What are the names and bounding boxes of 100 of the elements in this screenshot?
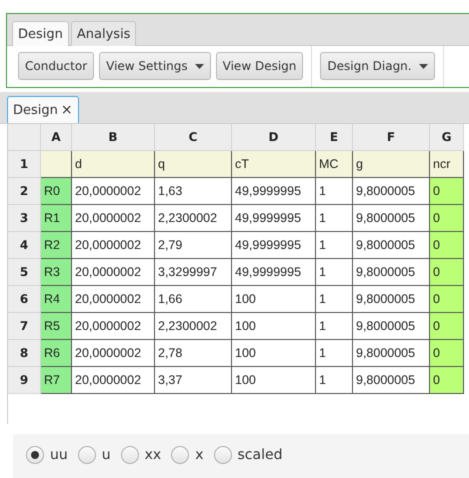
- table-cell[interactable]: 1: [316, 205, 353, 232]
- ribbon-tab[interactable]: Design: [12, 21, 69, 46]
- column-header[interactable]: F: [353, 124, 430, 151]
- table-cell[interactable]: 0: [430, 205, 464, 232]
- table-cell[interactable]: 2,78: [155, 340, 232, 367]
- radio-button[interactable]: [120, 446, 139, 464]
- table-cell[interactable]: 9,8000005: [353, 178, 430, 205]
- radio-button[interactable]: [78, 446, 96, 464]
- table-cell[interactable]: d: [72, 151, 155, 178]
- radio-label[interactable]: scaled: [238, 447, 282, 463]
- row-header[interactable]: 2: [8, 178, 41, 205]
- table-cell[interactable]: q: [155, 151, 232, 178]
- table-cell[interactable]: 0: [430, 367, 464, 394]
- table-cell[interactable]: R0: [41, 178, 72, 205]
- table-cell[interactable]: 49,9999995: [232, 205, 316, 232]
- table-cell[interactable]: 49,9999995: [232, 178, 316, 205]
- radio-label[interactable]: xx: [144, 447, 162, 463]
- table-cell[interactable]: 0: [430, 313, 464, 340]
- table-cell[interactable]: 0: [430, 286, 464, 313]
- table-cell[interactable]: R1: [41, 205, 72, 232]
- caret-icon: [418, 64, 428, 68]
- row-header[interactable]: 7: [8, 313, 41, 340]
- row-header[interactable]: 8: [8, 340, 41, 367]
- column-header[interactable]: G: [430, 124, 464, 151]
- table-cell[interactable]: 9,8000005: [353, 313, 430, 340]
- table-cell[interactable]: 20,0000002: [72, 313, 155, 340]
- table-cell[interactable]: 100: [232, 313, 316, 340]
- table-cell[interactable]: MC: [316, 151, 353, 178]
- table-cell[interactable]: R3: [41, 259, 72, 286]
- row-header[interactable]: 6: [8, 286, 41, 313]
- table-cell[interactable]: 3,37: [155, 367, 232, 394]
- table-cell[interactable]: [41, 151, 72, 178]
- table-cell[interactable]: R5: [41, 313, 72, 340]
- ribbon-tab[interactable]: Analysis: [70, 21, 136, 46]
- table-cell[interactable]: 20,0000002: [72, 340, 155, 367]
- radio-button[interactable]: [171, 446, 190, 464]
- column-header[interactable]: C: [155, 124, 232, 151]
- table-cell[interactable]: R7: [41, 367, 72, 394]
- caret-icon: [194, 64, 204, 68]
- table-cell[interactable]: 20,0000002: [72, 232, 155, 259]
- table-cell[interactable]: g: [353, 151, 430, 178]
- table-cell[interactable]: 20,0000002: [72, 259, 155, 286]
- radio-button[interactable]: [26, 446, 44, 464]
- toolbar-button[interactable]: Conductor: [18, 52, 94, 80]
- table-cell[interactable]: cT: [232, 151, 316, 178]
- column-header[interactable]: E: [316, 124, 353, 151]
- table-cell[interactable]: ncr: [430, 151, 464, 178]
- tab-label: Design: [13, 102, 58, 118]
- table-cell[interactable]: 9,8000005: [353, 286, 430, 313]
- table-cell[interactable]: 20,0000002: [72, 367, 155, 394]
- radio-button[interactable]: [214, 446, 232, 464]
- column-header[interactable]: B: [72, 124, 155, 151]
- table-cell[interactable]: 2,2300002: [155, 313, 232, 340]
- close-icon[interactable]: ×: [60, 102, 73, 118]
- dropdown-button[interactable]: Design Diagn.: [320, 52, 435, 80]
- column-header[interactable]: A: [41, 124, 72, 151]
- table-cell[interactable]: 0: [430, 340, 464, 367]
- table-cell[interactable]: 1: [316, 313, 353, 340]
- table-cell[interactable]: 100: [232, 340, 316, 367]
- table-cell[interactable]: 9,8000005: [353, 232, 430, 259]
- row-header[interactable]: 9: [8, 367, 41, 394]
- dropdown-button[interactable]: View Settings: [99, 52, 211, 80]
- table-cell[interactable]: 9,8000005: [353, 340, 430, 367]
- table-cell[interactable]: R2: [41, 232, 72, 259]
- document-tab[interactable]: Design ×: [7, 96, 79, 123]
- table-cell[interactable]: 49,9999995: [232, 259, 316, 286]
- radio-label[interactable]: u: [102, 447, 111, 463]
- table-cell[interactable]: 1: [316, 259, 353, 286]
- radio-label[interactable]: uu: [50, 447, 68, 463]
- table-cell[interactable]: 9,8000005: [353, 367, 430, 394]
- table-cell[interactable]: 20,0000002: [72, 286, 155, 313]
- toolbar-button[interactable]: View Design: [216, 52, 304, 80]
- column-header[interactable]: D: [232, 124, 316, 151]
- row-header[interactable]: 1: [8, 151, 41, 178]
- row-header[interactable]: 5: [8, 259, 41, 286]
- table-cell[interactable]: 1: [316, 232, 353, 259]
- table-cell[interactable]: 1: [316, 367, 353, 394]
- table-cell[interactable]: 20,0000002: [72, 205, 155, 232]
- table-cell[interactable]: 49,9999995: [232, 232, 316, 259]
- table-cell[interactable]: 1,63: [155, 178, 232, 205]
- table-cell[interactable]: 1: [316, 286, 353, 313]
- table-cell[interactable]: 100: [232, 286, 316, 313]
- table-cell[interactable]: 3,3299997: [155, 259, 232, 286]
- table-cell[interactable]: 1,66: [155, 286, 232, 313]
- table-cell[interactable]: 100: [232, 367, 316, 394]
- table-cell[interactable]: 0: [430, 232, 464, 259]
- table-cell[interactable]: 2,2300002: [155, 205, 232, 232]
- table-cell[interactable]: 9,8000005: [353, 259, 430, 286]
- table-cell[interactable]: R4: [41, 286, 72, 313]
- table-cell[interactable]: 9,8000005: [353, 205, 430, 232]
- table-cell[interactable]: 1: [316, 340, 353, 367]
- table-cell[interactable]: 0: [430, 178, 464, 205]
- table-cell[interactable]: 2,79: [155, 232, 232, 259]
- radio-label[interactable]: x: [195, 447, 204, 463]
- table-cell[interactable]: R6: [41, 340, 72, 367]
- table-cell[interactable]: 1: [316, 178, 353, 205]
- row-header[interactable]: 4: [8, 232, 41, 259]
- table-cell[interactable]: 0: [430, 259, 464, 286]
- row-header[interactable]: 3: [8, 205, 41, 232]
- table-cell[interactable]: 20,0000002: [72, 178, 155, 205]
